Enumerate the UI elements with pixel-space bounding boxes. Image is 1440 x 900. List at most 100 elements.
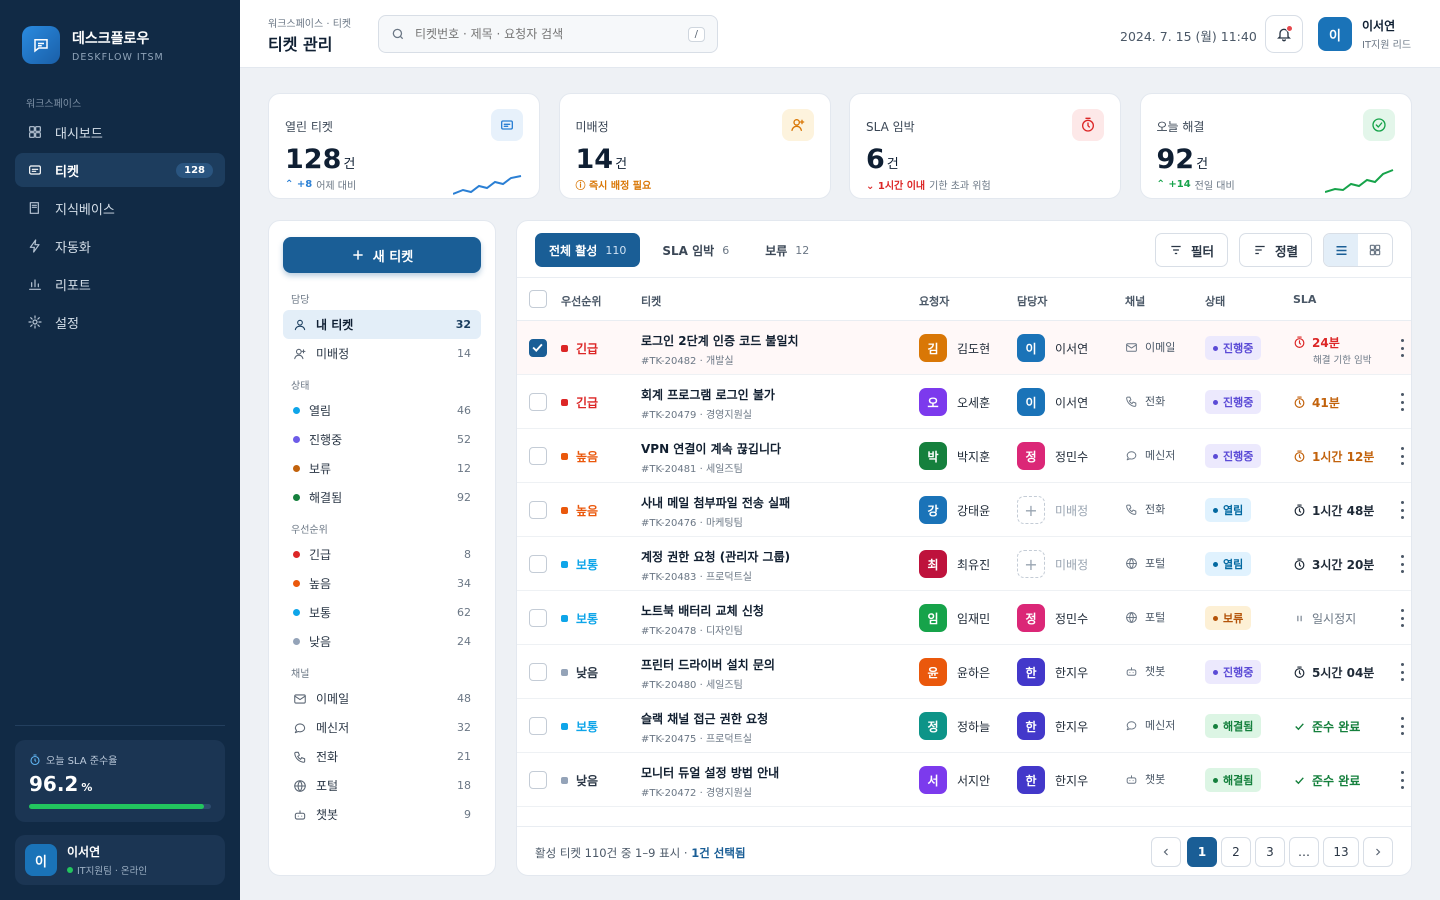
avatar: 오: [919, 388, 947, 416]
row-menu-icon[interactable]: [1399, 555, 1405, 573]
ticket-title[interactable]: 슬랙 채널 접근 권한 요청: [641, 710, 901, 727]
column-header[interactable]: 우선순위: [561, 293, 601, 309]
filter-item[interactable]: 긴급 8: [283, 540, 481, 569]
current-user-card[interactable]: 이 이서연 IT지원팀 · 온라인: [15, 835, 225, 885]
table-row[interactable]: 높음 사내 메일 첨부파일 전송 실패 #TK-20476 · 마케팅팀 강 강태윤…: [517, 483, 1411, 537]
filter-item[interactable]: 이메일 48: [283, 684, 481, 713]
filter-item[interactable]: 포털 18: [283, 771, 481, 800]
row-checkbox[interactable]: [529, 339, 547, 357]
table-row[interactable]: 보통 노트북 배터리 교체 신청 #TK-20478 · 디자인팀 임 임재민 정정…: [517, 591, 1411, 645]
sla-value: 5시간 04분: [1312, 666, 1375, 680]
column-header[interactable]: 담당자: [1017, 293, 1047, 309]
new-ticket-button[interactable]: 새 티켓: [283, 237, 481, 273]
row-menu-icon[interactable]: [1399, 393, 1405, 411]
tab-0[interactable]: 전체 활성 110: [535, 233, 641, 267]
filter-item[interactable]: 보류 12: [283, 454, 481, 483]
tab-2[interactable]: 보류 12: [751, 233, 823, 267]
requester-name: 김도현: [957, 341, 991, 356]
table-row[interactable]: 긴급 로그인 2단계 인증 코드 불일치 #TK-20482 · 개발실 김 김도현…: [517, 321, 1411, 375]
search-box[interactable]: /: [378, 15, 718, 53]
row-menu-icon[interactable]: [1399, 771, 1405, 789]
filter-item[interactable]: 낮음 24: [283, 627, 481, 656]
search-input[interactable]: [415, 27, 678, 41]
page-button[interactable]: 13: [1323, 837, 1359, 867]
page-button[interactable]: 2: [1221, 837, 1251, 867]
filter-item[interactable]: 보통 62: [283, 598, 481, 627]
row-menu-icon[interactable]: [1399, 663, 1405, 681]
row-checkbox[interactable]: [529, 717, 547, 735]
row-checkbox[interactable]: [529, 609, 547, 627]
ticket-title[interactable]: VPN 연결이 계속 끊깁니다: [641, 440, 901, 457]
filter-item[interactable]: 해결됨 92: [283, 483, 481, 512]
row-menu-icon[interactable]: [1399, 609, 1405, 627]
notifications-button[interactable]: [1265, 15, 1303, 53]
row-checkbox[interactable]: [529, 447, 547, 465]
unassigned-icon[interactable]: +: [1017, 550, 1045, 578]
table-row[interactable]: 보통 계정 권한 요청 (관리자 그룹) #TK-20483 · 프로덕트실 최최…: [517, 537, 1411, 591]
page-button[interactable]: …: [1289, 837, 1319, 867]
tab-1[interactable]: SLA 임박 6: [648, 233, 743, 267]
prev-page-button[interactable]: [1151, 837, 1181, 867]
row-checkbox[interactable]: [529, 771, 547, 789]
column-header[interactable]: 티켓: [641, 293, 661, 309]
row-checkbox[interactable]: [529, 663, 547, 681]
filter-item[interactable]: 열림 46: [283, 396, 481, 425]
sidebar-item-3[interactable]: 자동화: [15, 229, 225, 263]
filter-item[interactable]: 높음 34: [283, 569, 481, 598]
column-header[interactable]: 상태: [1205, 293, 1225, 309]
table-row[interactable]: 낮음 프린터 드라이버 설치 문의 #TK-20480 · 세일즈팀 윤 윤하은 한…: [517, 645, 1411, 699]
grid-view-button[interactable]: [1358, 234, 1392, 266]
column-header[interactable]: 채널: [1125, 293, 1145, 309]
header-user-menu[interactable]: 이 이서연 IT지원 리드: [1318, 17, 1411, 51]
ticket-title[interactable]: 노트북 배터리 교체 신청: [641, 602, 901, 619]
table-row[interactable]: 긴급 회계 프로그램 로그인 불가 #TK-20479 · 경영지원실 오 오세훈 …: [517, 375, 1411, 429]
row-menu-icon[interactable]: [1399, 501, 1405, 519]
ticket-title[interactable]: 사내 메일 첨부파일 전송 실패: [641, 494, 901, 511]
ticket-title[interactable]: 모니터 듀얼 설정 방법 안내: [641, 764, 901, 781]
row-menu-icon[interactable]: [1399, 447, 1405, 465]
sidebar-item-5[interactable]: 설정: [15, 305, 225, 339]
row-checkbox[interactable]: [529, 393, 547, 411]
filter-item[interactable]: 진행중 52: [283, 425, 481, 454]
ticket-title[interactable]: 계정 권한 요청 (관리자 그룹): [641, 548, 901, 565]
unassigned-icon[interactable]: +: [1017, 496, 1045, 524]
column-header[interactable]: 요청자: [919, 293, 949, 309]
breadcrumb[interactable]: 워크스페이스 · 티켓: [268, 15, 351, 30]
sort-button[interactable]: 정렬: [1239, 233, 1313, 267]
table-row[interactable]: 보통 슬랙 채널 접근 권한 요청 #TK-20475 · 프로덕트실 정 정하늘 …: [517, 699, 1411, 753]
next-page-button[interactable]: [1363, 837, 1393, 867]
table-row[interactable]: 높음 VPN 연결이 계속 끊깁니다 #TK-20481 · 세일즈팀 박 박지훈 …: [517, 429, 1411, 483]
ticket-title[interactable]: 로그인 2단계 인증 코드 불일치: [641, 332, 901, 349]
filter-item[interactable]: 내 티켓 32: [283, 310, 481, 339]
kpi-card-2[interactable]: SLA 임박 6건 ⌄ 1시간 이내 기한 초과 위험: [849, 93, 1121, 199]
sidebar-item-0[interactable]: 대시보드: [15, 115, 225, 149]
table-row[interactable]: 낮음 모니터 듀얼 설정 방법 안내 #TK-20472 · 경영지원실 서 서지안…: [517, 753, 1411, 807]
kpi-card-1[interactable]: 미배정 14 건 ⓘ 즉시 배정 필요: [558, 93, 831, 199]
kpi-card-3[interactable]: 오늘 해결 92 건 ⌃ +14 전일 대비: [1139, 93, 1412, 199]
filter-item[interactable]: 미배정 14: [283, 339, 481, 368]
sidebar-item-2[interactable]: 지식베이스: [15, 191, 225, 225]
sidebar-item-1[interactable]: 티켓 128: [15, 153, 225, 187]
page-button[interactable]: 3: [1255, 837, 1285, 867]
channel-label: 메신저: [1145, 719, 1176, 732]
filter-item[interactable]: 전화 21: [283, 742, 481, 771]
priority-label: 긴급: [576, 342, 599, 356]
list-view-button[interactable]: [1324, 234, 1358, 266]
row-checkbox[interactable]: [529, 501, 547, 519]
filter-button[interactable]: 필터: [1155, 233, 1229, 267]
row-menu-icon[interactable]: [1399, 339, 1405, 357]
ticket-title[interactable]: 프린터 드라이버 설치 문의: [641, 656, 901, 673]
header-user-role: IT지원 리드: [1362, 40, 1412, 51]
select-all-checkbox[interactable]: [529, 290, 547, 308]
column-header[interactable]: SLA: [1293, 293, 1316, 306]
row-checkbox[interactable]: [529, 555, 547, 573]
filter-item[interactable]: 메신저 32: [283, 713, 481, 742]
row-menu-icon[interactable]: [1399, 717, 1405, 735]
ticket-title[interactable]: 회계 프로그램 로그인 불가: [641, 386, 901, 403]
page-button[interactable]: 1: [1187, 837, 1217, 867]
kpi-card-0[interactable]: 열린 티켓 128 건 ⌃ +8 어제 대비: [268, 93, 540, 199]
sidebar-item-4[interactable]: 리포트: [15, 267, 225, 301]
filter-item[interactable]: 챗봇 9: [283, 800, 481, 829]
avatar: 이: [25, 844, 57, 876]
brand[interactable]: 데스크플로우 DESKFLOW ITSM: [22, 26, 164, 64]
